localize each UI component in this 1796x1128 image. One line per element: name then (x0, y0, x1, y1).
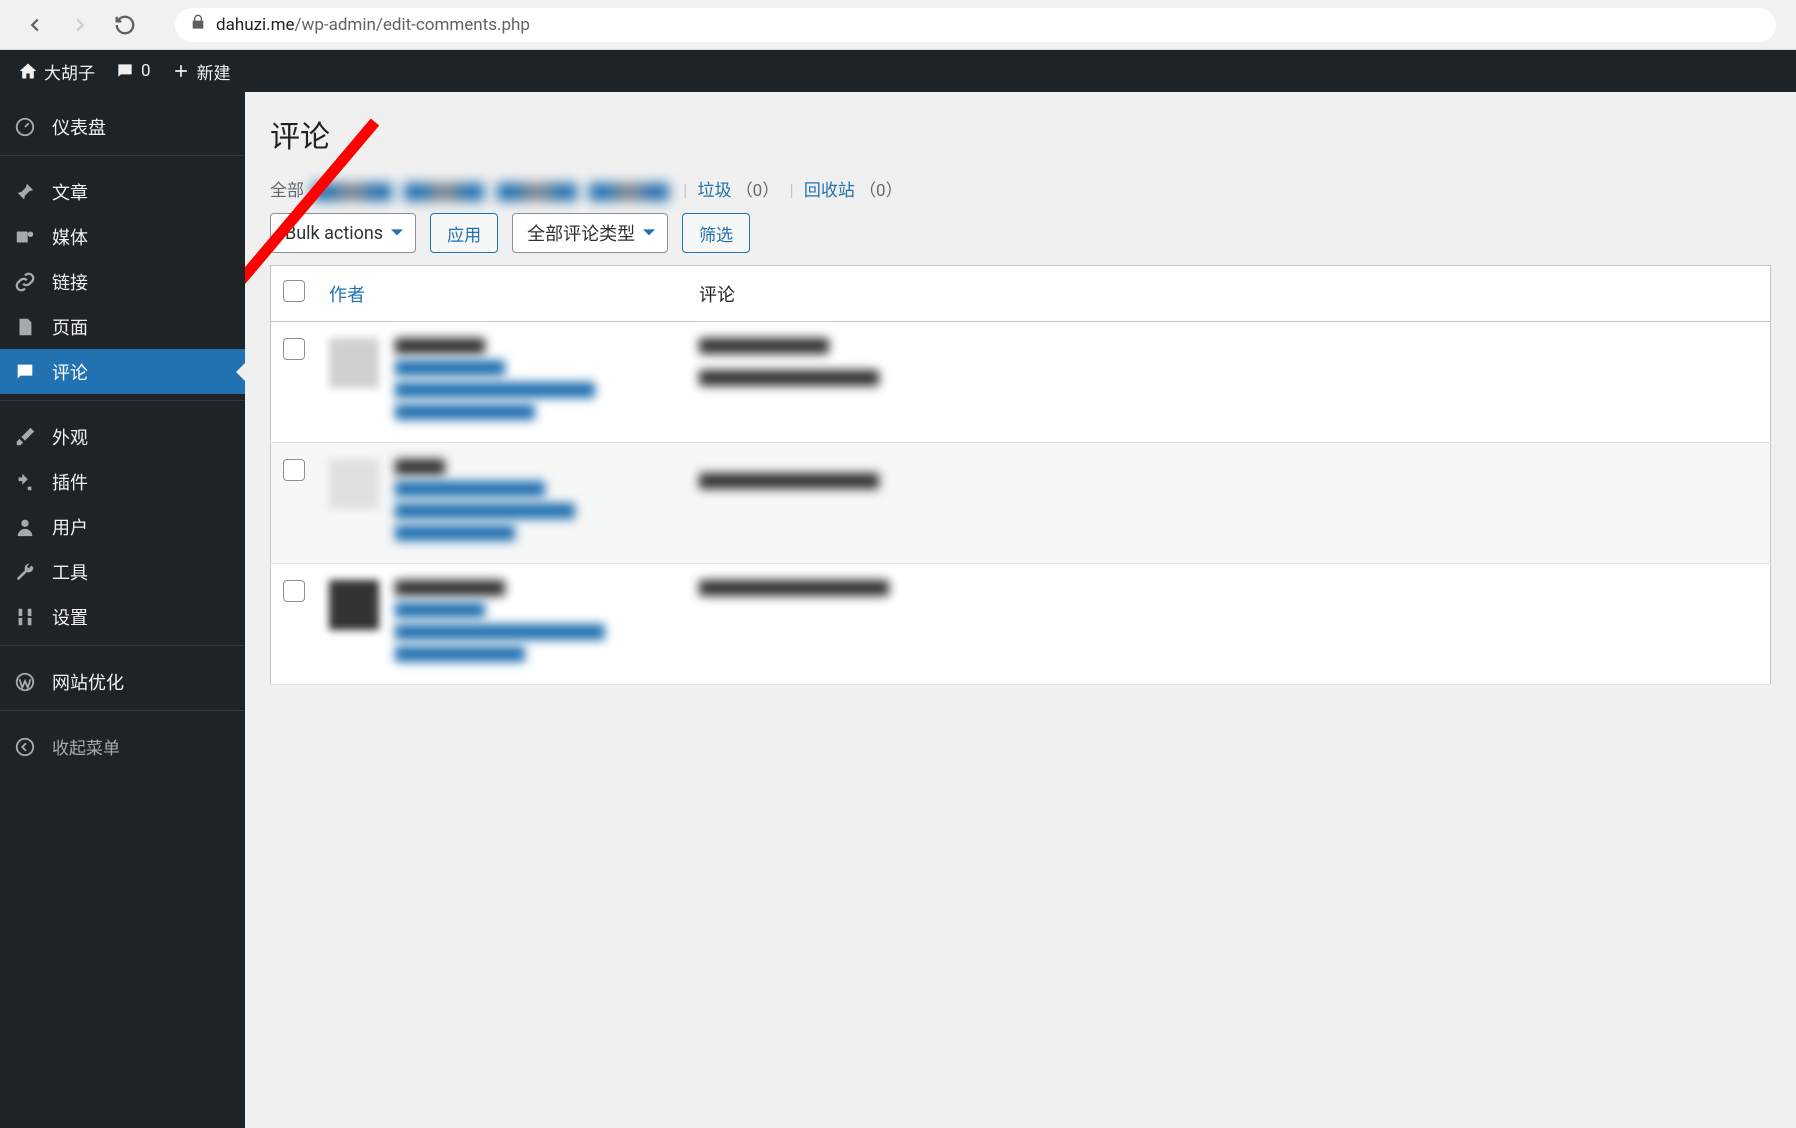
row-checkbox[interactable] (283, 338, 305, 360)
menu-separator (0, 645, 245, 653)
adminbar-comments[interactable]: 0 (105, 50, 161, 92)
col-comment: 评论 (687, 266, 1771, 322)
filter-blurred (312, 183, 392, 201)
dashboard-icon (14, 116, 42, 138)
tablenav: Bulk actions 应用 全部评论类型 筛选 (270, 213, 1771, 253)
collapse-menu[interactable]: 收起菜单 (0, 724, 245, 769)
status-filters: 全部 | 垃圾 （0） | 回收站 （0） (270, 176, 1771, 201)
comments-table: 作者 评论 (270, 265, 1771, 685)
author-meta (395, 459, 575, 547)
sidebar-item-appearance[interactable]: 外观 (0, 414, 245, 459)
comment-type-select[interactable]: 全部评论类型 (512, 213, 668, 253)
avatar (329, 338, 379, 388)
table-row (271, 322, 1771, 443)
filter-blurred (404, 183, 484, 201)
sidebar-item-plugins[interactable]: 插件 (0, 459, 245, 504)
avatar (329, 459, 379, 509)
address-bar[interactable]: dahuzi.me/wp-admin/edit-comments.php (175, 8, 1776, 42)
sidebar-item-users[interactable]: 用户 (0, 504, 245, 549)
page-icon (14, 316, 42, 338)
row-checkbox[interactable] (283, 580, 305, 602)
sidebar-item-label: 页面 (52, 314, 88, 340)
home-icon (18, 61, 38, 81)
adminbar-site-label: 大胡子 (44, 59, 95, 84)
sidebar-item-label: 网站优化 (52, 669, 124, 695)
adminbar-comment-count: 0 (141, 61, 151, 81)
forward-button[interactable] (65, 10, 95, 40)
sidebar-item-dashboard[interactable]: 仪表盘 (0, 104, 245, 149)
adminbar-site[interactable]: 大胡子 (8, 50, 105, 92)
sidebar-item-media[interactable]: 媒体 (0, 214, 245, 259)
pin-icon (14, 181, 42, 203)
url-path: /wp-admin/edit-comments.php (295, 15, 530, 35)
link-icon (14, 271, 42, 293)
sidebar-item-links[interactable]: 链接 (0, 259, 245, 304)
sidebar-item-label: 插件 (52, 469, 88, 495)
select-all-checkbox[interactable] (283, 280, 305, 302)
plugin-icon (14, 471, 42, 493)
sidebar-item-tools[interactable]: 工具 (0, 549, 245, 594)
sidebar-item-label: 仪表盘 (52, 114, 106, 140)
menu-separator (0, 155, 245, 163)
col-author[interactable]: 作者 (317, 266, 687, 322)
avatar (329, 580, 379, 630)
main-content: 评论 全部 | 垃圾 （0） | 回收站 （0） Bulk actions 应用… (245, 92, 1796, 1128)
filter-trash-count: （0） (859, 181, 903, 201)
sidebar-item-label: 工具 (52, 559, 88, 585)
filter-trash[interactable]: 回收站 (804, 181, 855, 201)
author-meta (395, 580, 605, 668)
admin-sidebar: 仪表盘 文章 媒体 链接 页面 评论 外观 插件 (0, 92, 245, 1128)
wp-admin-bar: 大胡子 0 新建 (0, 50, 1796, 92)
plus-icon (171, 61, 191, 81)
filter-blurred (589, 183, 669, 201)
filter-spam-count: （0） (736, 181, 780, 201)
adminbar-new-label: 新建 (197, 59, 231, 84)
sidebar-item-settings[interactable]: 设置 (0, 594, 245, 639)
sidebar-item-label: 设置 (52, 604, 88, 630)
collapse-label: 收起菜单 (52, 734, 120, 759)
bulk-actions-select[interactable]: Bulk actions (270, 213, 416, 253)
sidebar-item-seo[interactable]: 网站优化 (0, 659, 245, 704)
table-row (271, 443, 1771, 564)
filter-button[interactable]: 筛选 (682, 213, 750, 253)
url-domain: dahuzi.me (216, 15, 295, 35)
browser-toolbar: dahuzi.me/wp-admin/edit-comments.php (0, 0, 1796, 50)
sidebar-item-label: 评论 (52, 359, 88, 385)
comment-icon (14, 361, 42, 383)
sidebar-item-label: 文章 (52, 179, 88, 205)
user-icon (14, 516, 42, 538)
sidebar-item-label: 媒体 (52, 224, 88, 250)
sidebar-item-label: 外观 (52, 424, 88, 450)
page-title: 评论 (270, 112, 1771, 156)
filter-spam[interactable]: 垃圾 (697, 181, 731, 201)
menu-separator (0, 710, 245, 718)
table-row (271, 564, 1771, 685)
adminbar-new[interactable]: 新建 (161, 50, 241, 92)
wrench-icon (14, 561, 42, 583)
media-icon (14, 226, 42, 248)
comment-icon (115, 61, 135, 81)
menu-separator (0, 400, 245, 408)
collapse-icon (14, 736, 42, 758)
sidebar-item-label: 用户 (52, 514, 88, 540)
sidebar-item-label: 链接 (52, 269, 88, 295)
settings-icon (14, 606, 42, 628)
row-checkbox[interactable] (283, 459, 305, 481)
sidebar-item-posts[interactable]: 文章 (0, 169, 245, 214)
back-button[interactable] (20, 10, 50, 40)
filter-all[interactable]: 全部 (270, 181, 304, 201)
wordpress-icon (14, 671, 42, 693)
author-meta (395, 338, 595, 426)
apply-button[interactable]: 应用 (430, 213, 498, 253)
brush-icon (14, 426, 42, 448)
sidebar-item-comments[interactable]: 评论 (0, 349, 245, 394)
filter-blurred (497, 183, 577, 201)
reload-button[interactable] (110, 10, 140, 40)
lock-icon (190, 14, 206, 35)
sidebar-item-pages[interactable]: 页面 (0, 304, 245, 349)
